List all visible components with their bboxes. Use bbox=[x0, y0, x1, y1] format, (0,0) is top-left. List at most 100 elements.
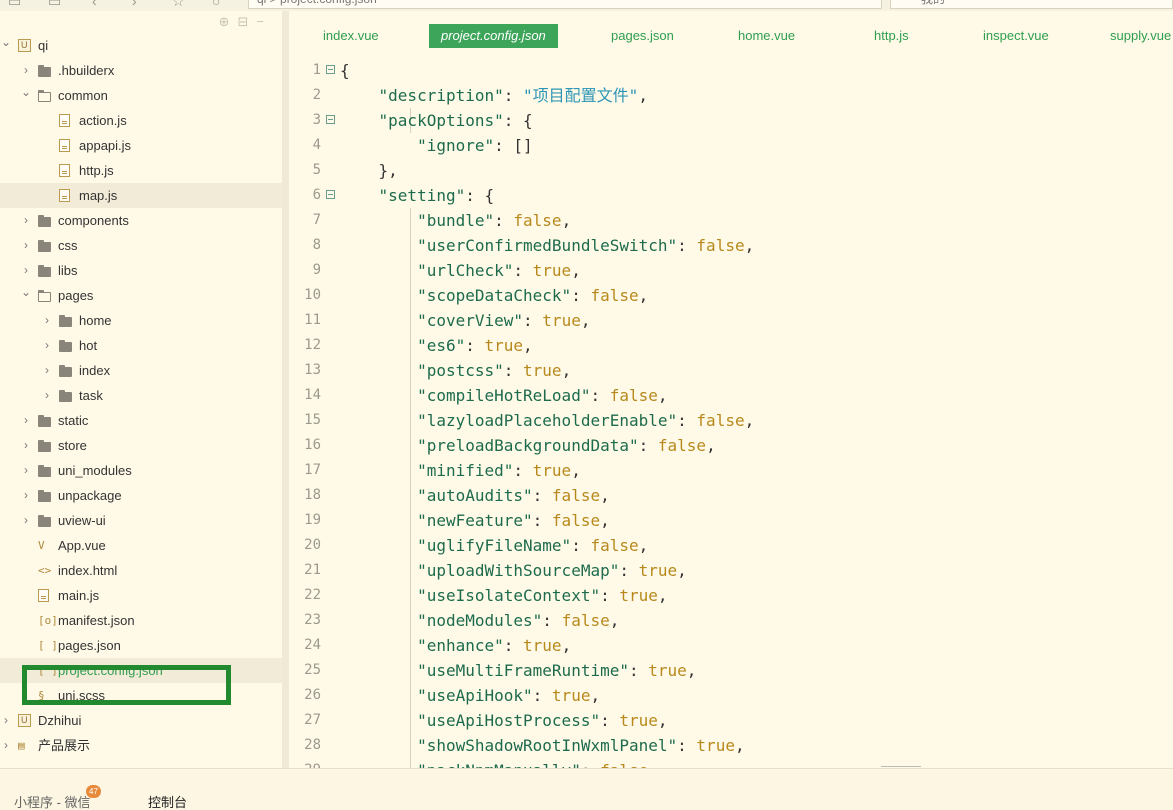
address-bar[interactable]: qi > project.config.json bbox=[248, 0, 882, 9]
tree-item-[interactable]: › ▤ 产品展示 bbox=[0, 733, 282, 758]
code-line[interactable]: 7 "bundle": false, bbox=[289, 208, 1173, 233]
fold-toggle-icon[interactable] bbox=[326, 65, 335, 74]
code-line[interactable]: 4 "ignore": [] bbox=[289, 133, 1173, 158]
chevron-down-icon[interactable]: ⌄ bbox=[20, 280, 32, 305]
target-icon[interactable]: ⊕ bbox=[219, 14, 238, 29]
tree-item-libs[interactable]: › libs bbox=[0, 258, 282, 283]
chevron-down-icon[interactable]: ⌄ bbox=[0, 30, 12, 55]
code-line[interactable]: 29 "packNpmManually": false, bbox=[289, 758, 1173, 768]
chevron-right-icon[interactable]: › bbox=[20, 508, 32, 533]
tab-miniprogram-wechat[interactable]: 小程序 - 微信 bbox=[14, 792, 91, 810]
tree-item-index-html[interactable]: <> index.html bbox=[0, 558, 282, 583]
tree-item-action-js[interactable]: action.js bbox=[0, 108, 282, 133]
chevron-right-icon[interactable]: › bbox=[20, 208, 32, 233]
tree-item-appapi-js[interactable]: appapi.js bbox=[0, 133, 282, 158]
chevron-right-icon[interactable]: › bbox=[20, 483, 32, 508]
code-line[interactable]: 11 "coverView": true, bbox=[289, 308, 1173, 333]
code-line[interactable]: 8 "userConfirmedBundleSwitch": false, bbox=[289, 233, 1173, 258]
tree-item-app-vue[interactable]: V App.vue bbox=[0, 533, 282, 558]
code-line[interactable]: 26 "useApiHook": true, bbox=[289, 683, 1173, 708]
chevron-down-icon[interactable]: ⌄ bbox=[20, 80, 32, 105]
code-line[interactable]: 21 "uploadWithSourceMap": true, bbox=[289, 558, 1173, 583]
run-icon[interactable]: ○ bbox=[212, 0, 220, 8]
tab-index-vue[interactable]: index.vue bbox=[323, 24, 379, 48]
code-line[interactable]: 27 "useApiHostProcess": true, bbox=[289, 708, 1173, 733]
code-line[interactable]: 23 "nodeModules": false, bbox=[289, 608, 1173, 633]
chevron-right-icon[interactable]: › bbox=[41, 383, 53, 408]
code-line[interactable]: 5 }, bbox=[289, 158, 1173, 183]
code-line[interactable]: 9 "urlCheck": true, bbox=[289, 258, 1173, 283]
tab-pages-json[interactable]: pages.json bbox=[611, 24, 674, 48]
code-line[interactable]: 22 "useIsolateContext": true, bbox=[289, 583, 1173, 608]
code-line[interactable]: 28 "showShadowRootInWxmlPanel": true, bbox=[289, 733, 1173, 758]
code-line[interactable]: 12 "es6": true, bbox=[289, 333, 1173, 358]
tab-supply-vue[interactable]: supply.vue bbox=[1110, 24, 1171, 48]
tree-item-index[interactable]: › index bbox=[0, 358, 282, 383]
chevron-right-icon[interactable]: › bbox=[20, 233, 32, 258]
chevron-right-icon[interactable]: › bbox=[20, 433, 32, 458]
chevron-right-icon[interactable]: › bbox=[41, 308, 53, 333]
forward-icon[interactable]: › bbox=[132, 0, 137, 8]
chevron-right-icon[interactable]: › bbox=[20, 408, 32, 433]
tree-item-label: unpackage bbox=[58, 488, 122, 503]
tree-item-uview-ui[interactable]: › uview-ui bbox=[0, 508, 282, 533]
code-line[interactable]: 2 "description": "项目配置文件", bbox=[289, 83, 1173, 108]
code-line[interactable]: 15 "lazyloadPlaceholderEnable": false, bbox=[289, 408, 1173, 433]
sidebar-scrollbar[interactable] bbox=[282, 11, 289, 768]
tab-http-js[interactable]: http.js bbox=[874, 24, 909, 48]
tree-item-http-js[interactable]: http.js bbox=[0, 158, 282, 183]
tree-item-main-js[interactable]: main.js bbox=[0, 583, 282, 608]
save-icon[interactable]: ▭ bbox=[48, 0, 61, 8]
tree-item-css[interactable]: › css bbox=[0, 233, 282, 258]
star-icon[interactable]: ☆ bbox=[172, 0, 185, 8]
code-line[interactable]: 14 "compileHotReLoad": false, bbox=[289, 383, 1173, 408]
code-editor[interactable]: index.vue project.config.json pages.json ho… bbox=[289, 11, 1173, 768]
code-line[interactable]: 25 "useMultiFrameRuntime": true, bbox=[289, 658, 1173, 683]
tree-item-task[interactable]: › task bbox=[0, 383, 282, 408]
back-icon[interactable]: ‹ bbox=[92, 0, 97, 8]
tree-item-common[interactable]: ⌄ common bbox=[0, 83, 282, 108]
code-line[interactable]: 3 "packOptions": { bbox=[289, 108, 1173, 133]
code-line[interactable]: 16 "preloadBackgroundData": false, bbox=[289, 433, 1173, 458]
code-line[interactable]: 24 "enhance": true, bbox=[289, 633, 1173, 658]
file-icon[interactable]: ▭ bbox=[8, 0, 21, 8]
tree-item-unpackage[interactable]: › unpackage bbox=[0, 483, 282, 508]
code-line[interactable]: 17 "minified": true, bbox=[289, 458, 1173, 483]
code-line[interactable]: 6 "setting": { bbox=[289, 183, 1173, 208]
tree-item-map-js[interactable]: map.js bbox=[0, 183, 282, 208]
chevron-right-icon[interactable]: › bbox=[20, 458, 32, 483]
code-area[interactable]: 1{2 "description": "项目配置文件", 3 "packOptio… bbox=[289, 58, 1173, 768]
tree-item-qi[interactable]: ⌄ qi bbox=[0, 33, 282, 58]
tree-item-components[interactable]: › components bbox=[0, 208, 282, 233]
code-line[interactable]: 18 "autoAudits": false, bbox=[289, 483, 1173, 508]
code-line[interactable]: 1{ bbox=[289, 58, 1173, 83]
code-line[interactable]: 10 "scopeDataCheck": false, bbox=[289, 283, 1173, 308]
code-line[interactable]: 19 "newFeature": false, bbox=[289, 508, 1173, 533]
tree-item-manifest-json[interactable]: [o] manifest.json bbox=[0, 608, 282, 633]
tree-item-pages-json[interactable]: [ ] pages.json bbox=[0, 633, 282, 658]
tree-item-hot[interactable]: › hot bbox=[0, 333, 282, 358]
collapse-icon[interactable]: ⊟ bbox=[238, 14, 257, 29]
tab-console[interactable]: 控制台 bbox=[148, 792, 187, 810]
chevron-right-icon[interactable]: › bbox=[41, 358, 53, 383]
tree-item-uni-modules[interactable]: › uni_modules bbox=[0, 458, 282, 483]
tab-project-config-json[interactable]: project.config.json bbox=[429, 24, 558, 48]
fold-toggle-icon[interactable] bbox=[326, 115, 335, 124]
fold-toggle-icon[interactable] bbox=[326, 190, 335, 199]
tab-home-vue[interactable]: home.vue bbox=[738, 24, 795, 48]
code-line[interactable]: 13 "postcss": true, bbox=[289, 358, 1173, 383]
search-input[interactable]: 我的 bbox=[890, 0, 1173, 9]
project-icon bbox=[18, 708, 31, 733]
minimize-icon[interactable]: − bbox=[256, 14, 272, 29]
tree-item-store[interactable]: › store bbox=[0, 433, 282, 458]
tree-item-home[interactable]: › home bbox=[0, 308, 282, 333]
code-line[interactable]: 20 "uglifyFileName": false, bbox=[289, 533, 1173, 558]
chevron-right-icon[interactable]: › bbox=[0, 733, 12, 758]
tree-item-dzhihui[interactable]: › Dzhihui bbox=[0, 708, 282, 733]
chevron-right-icon[interactable]: › bbox=[0, 708, 12, 733]
tree-item-static[interactable]: › static bbox=[0, 408, 282, 433]
tab-inspect-vue[interactable]: inspect.vue bbox=[983, 24, 1049, 48]
tree-item-pages[interactable]: ⌄ pages bbox=[0, 283, 282, 308]
tree-item-hbuilderx[interactable]: › .hbuilderx bbox=[0, 58, 282, 83]
chevron-right-icon[interactable]: › bbox=[41, 333, 53, 358]
